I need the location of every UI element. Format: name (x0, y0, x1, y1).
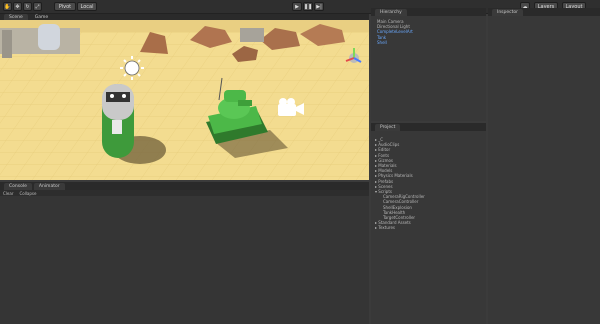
scene-viewport[interactable] (0, 20, 369, 180)
pivot-button[interactable]: Pivot (54, 2, 76, 11)
step-icon[interactable]: ▶| (314, 2, 324, 11)
project-tabbar: Project (371, 123, 486, 131)
tab-console[interactable]: Console (4, 182, 32, 190)
tab-inspector[interactable]: Inspector (492, 8, 523, 16)
hierarchy-tabbar: Hierarchy (371, 8, 486, 16)
inspector-tabbar: Inspector (488, 8, 600, 16)
console-toolbar: Clear Collapse (0, 190, 369, 196)
local-button[interactable]: Local (77, 2, 97, 11)
tab-project[interactable]: Project (375, 123, 401, 131)
project-tree: ▸ _C ▸ AudioClips ▸ Editor ▸ Fonts ▸ Giz… (371, 131, 486, 231)
hierarchy-tree: Main Camera Directional Light CompleteLe… (371, 16, 486, 45)
project-item[interactable]: ▸ Textures (375, 225, 486, 230)
scene-render (0, 20, 369, 180)
console-panel: Console Animator Clear Collapse (0, 182, 369, 324)
collapse-button[interactable]: Collapse (19, 191, 36, 196)
tab-animator[interactable]: Animator (33, 182, 65, 190)
move-tool-icon[interactable]: ✥ (13, 2, 22, 11)
hand-tool-icon[interactable]: ✋ (3, 2, 12, 11)
inspector-panel: Inspector (488, 8, 600, 324)
hierarchy-panel: Hierarchy Main Camera Directional Light … (371, 8, 486, 121)
pause-icon[interactable]: ❚❚ (303, 2, 313, 11)
play-icon[interactable]: ▶ (292, 2, 302, 11)
console-tabbar: Console Animator (0, 182, 369, 190)
scale-tool-icon[interactable]: ⤢ (33, 2, 42, 11)
tab-hierarchy[interactable]: Hierarchy (375, 8, 407, 16)
project-panel: Project ▸ _C ▸ AudioClips ▸ Editor ▸ Fon… (371, 123, 486, 324)
clear-button[interactable]: Clear (3, 191, 13, 196)
hierarchy-item[interactable]: Shell (377, 40, 486, 45)
capsule-character[interactable] (102, 84, 134, 158)
rotate-tool-icon[interactable]: ↻ (23, 2, 32, 11)
